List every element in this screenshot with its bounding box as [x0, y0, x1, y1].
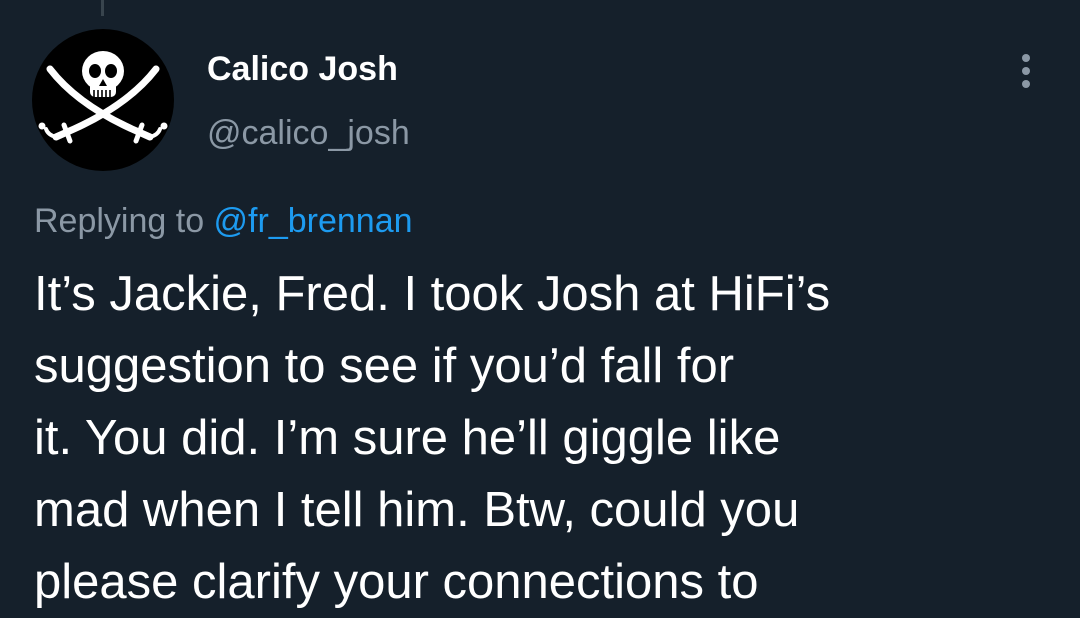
- tweet-text: It’s Jackie, Fred. I took Josh at HiFi’s…: [34, 267, 831, 609]
- more-options-button[interactable]: [1010, 52, 1042, 90]
- more-options-icon: [1022, 80, 1030, 88]
- more-options-icon: [1022, 67, 1030, 75]
- author-display-name[interactable]: Calico Josh: [207, 50, 398, 89]
- jolly-roger-icon: [38, 51, 168, 144]
- thread-connector-line: [101, 0, 104, 16]
- more-options-icon: [1022, 54, 1030, 62]
- avatar[interactable]: [32, 29, 174, 171]
- replying-to-handle-link[interactable]: @fr_brennan: [214, 202, 413, 240]
- author-handle[interactable]: @calico_josh: [207, 114, 410, 153]
- replying-to-line: Replying to @fr_brennan: [34, 202, 413, 241]
- replying-to-label: Replying to: [34, 202, 214, 240]
